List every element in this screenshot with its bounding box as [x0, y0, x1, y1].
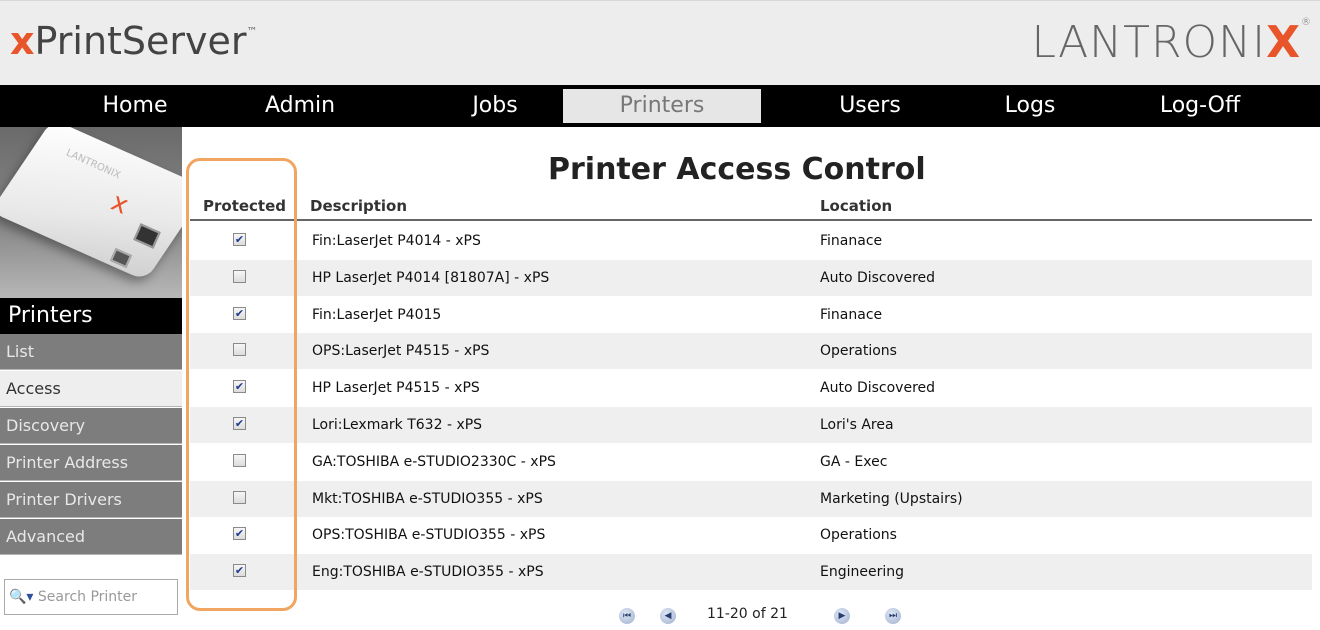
table-row: ✔ Fin:LaserJet P4014 - xPS Finanace: [190, 223, 1312, 259]
app-logo-x: x: [10, 19, 35, 63]
table-row: ✔ Fin:LaserJet P4015 Finanace: [190, 297, 1312, 333]
description-cell: Fin:LaserJet P4014 - xPS: [312, 233, 481, 249]
protected-checkbox[interactable]: ✔: [233, 233, 246, 246]
nav-users[interactable]: Users: [800, 89, 940, 123]
page-title: Printer Access Control: [548, 152, 926, 187]
description-cell: OPS:LaserJet P4515 - xPS: [312, 343, 490, 360]
description-cell: GA:TOSHIBA e-STUDIO2330C - xPS: [312, 453, 556, 470]
description-cell: HP LaserJet P4014 [81807A] - xPS: [312, 269, 550, 286]
description-cell: OPS:TOSHIBA e-STUDIO355 - xPS: [312, 527, 546, 544]
protected-checkbox[interactable]: ✔: [233, 417, 246, 430]
sidebar-item-printer-address[interactable]: Printer Address: [0, 445, 182, 481]
search-placeholder: Search Printer: [37, 589, 138, 605]
main-nav: Home Admin Jobs Printers Users Logs Log-…: [0, 85, 1320, 127]
table-row: GA:TOSHIBA e-STUDIO2330C - xPS GA - Exec: [190, 444, 1312, 480]
protected-checkbox[interactable]: ✔: [233, 564, 246, 578]
nav-printers[interactable]: Printers: [563, 89, 761, 123]
location-cell: Operations: [820, 527, 897, 544]
protected-checkbox[interactable]: ✔: [233, 527, 246, 541]
location-cell: Finanace: [820, 306, 883, 323]
nav-jobs[interactable]: Jobs: [420, 89, 570, 123]
location-cell: Auto Discovered: [820, 380, 936, 397]
column-header-description: Description: [310, 197, 408, 215]
description-cell: HP LaserJet P4515 - xPS: [312, 380, 480, 397]
sidebar: LANTRONIX x Printers List Access Discove…: [0, 127, 182, 630]
description-cell: Eng:TOSHIBA e-STUDIO355 - xPS: [312, 564, 544, 581]
protected-checkbox[interactable]: ✔: [233, 380, 246, 394]
app-logo-tm: ™: [246, 25, 258, 38]
table-row: ✔ HP LaserJet P4515 - xPS Auto Discovered: [190, 370, 1312, 406]
location-cell: Operations: [820, 343, 897, 360]
sidebar-title: Printers: [0, 298, 182, 334]
location-cell: Engineering: [820, 564, 904, 581]
table-row: OPS:LaserJet P4515 - xPS Operations: [190, 333, 1312, 370]
location-cell: GA - Exec: [820, 453, 888, 470]
next-page-icon[interactable]: ▶: [834, 608, 850, 624]
app-logo-text: PrintServer: [34, 19, 247, 63]
protected-checkbox[interactable]: [233, 269, 246, 283]
sidebar-item-list[interactable]: List: [0, 334, 182, 370]
sidebar-item-printer-drivers[interactable]: Printer Drivers: [0, 482, 182, 518]
table-row: ✔ OPS:TOSHIBA e-STUDIO355 - xPS Operations: [190, 517, 1312, 553]
nav-admin[interactable]: Admin: [230, 89, 370, 123]
table-row: Mkt:TOSHIBA e-STUDIO355 - xPS Marketing (…: [190, 480, 1312, 517]
table-row: HP LaserJet P4014 [81807A] - xPS Auto Dis…: [190, 259, 1312, 296]
location-cell: Lori's Area: [820, 417, 894, 433]
app-logo: xPrintServer™: [10, 19, 258, 63]
nav-logs[interactable]: Logs: [960, 89, 1100, 123]
nav-home[interactable]: Home: [40, 89, 230, 123]
location-cell: Finanace: [820, 233, 883, 249]
protected-checkbox[interactable]: [233, 453, 246, 467]
description-cell: Fin:LaserJet P4015: [312, 306, 442, 323]
device-body: [0, 127, 182, 281]
vendor-logo-reg: ®: [1301, 17, 1312, 28]
vendor-logo: LANTRONIX®: [1032, 17, 1312, 68]
sidebar-item-access[interactable]: Access: [0, 371, 182, 407]
sidebar-item-discovery[interactable]: Discovery: [0, 408, 182, 444]
location-cell: Auto Discovered: [820, 269, 936, 286]
column-header-protected: Protected: [203, 197, 287, 215]
prev-page-icon[interactable]: ◀: [660, 608, 676, 624]
protected-checkbox[interactable]: [233, 343, 246, 357]
header-divider: [190, 219, 1312, 221]
location-cell: Marketing (Upstairs): [820, 490, 963, 507]
description-cell: Mkt:TOSHIBA e-STUDIO355 - xPS: [312, 490, 543, 507]
device-image: LANTRONIX x: [0, 127, 182, 299]
pager: ⏮ ◀ 11-20 of 21 ▶ ⏭: [0, 604, 1320, 628]
search-icon[interactable]: 🔍▾: [9, 589, 33, 605]
sidebar-item-advanced[interactable]: Advanced: [0, 519, 182, 555]
nav-logoff[interactable]: Log-Off: [1130, 89, 1270, 123]
column-header-location: Location: [820, 197, 893, 215]
first-page-icon[interactable]: ⏮: [619, 608, 635, 624]
protected-checkbox[interactable]: ✔: [233, 306, 246, 320]
vendor-logo-x: X: [1266, 17, 1301, 68]
app-header: xPrintServer™ LANTRONIX®: [0, 0, 1320, 85]
vendor-logo-text: LANTRONI: [1031, 17, 1267, 68]
page-info: 11-20 of 21: [707, 606, 788, 622]
table-row: ✔ Eng:TOSHIBA e-STUDIO355 - xPS Engineerin…: [190, 554, 1312, 591]
last-page-icon[interactable]: ⏭: [885, 608, 901, 624]
description-cell: Lori:Lexmark T632 - xPS: [312, 417, 483, 433]
table-row: ✔ Lori:Lexmark T632 - xPS Lori's Area: [190, 407, 1312, 443]
protected-checkbox[interactable]: [233, 490, 246, 504]
